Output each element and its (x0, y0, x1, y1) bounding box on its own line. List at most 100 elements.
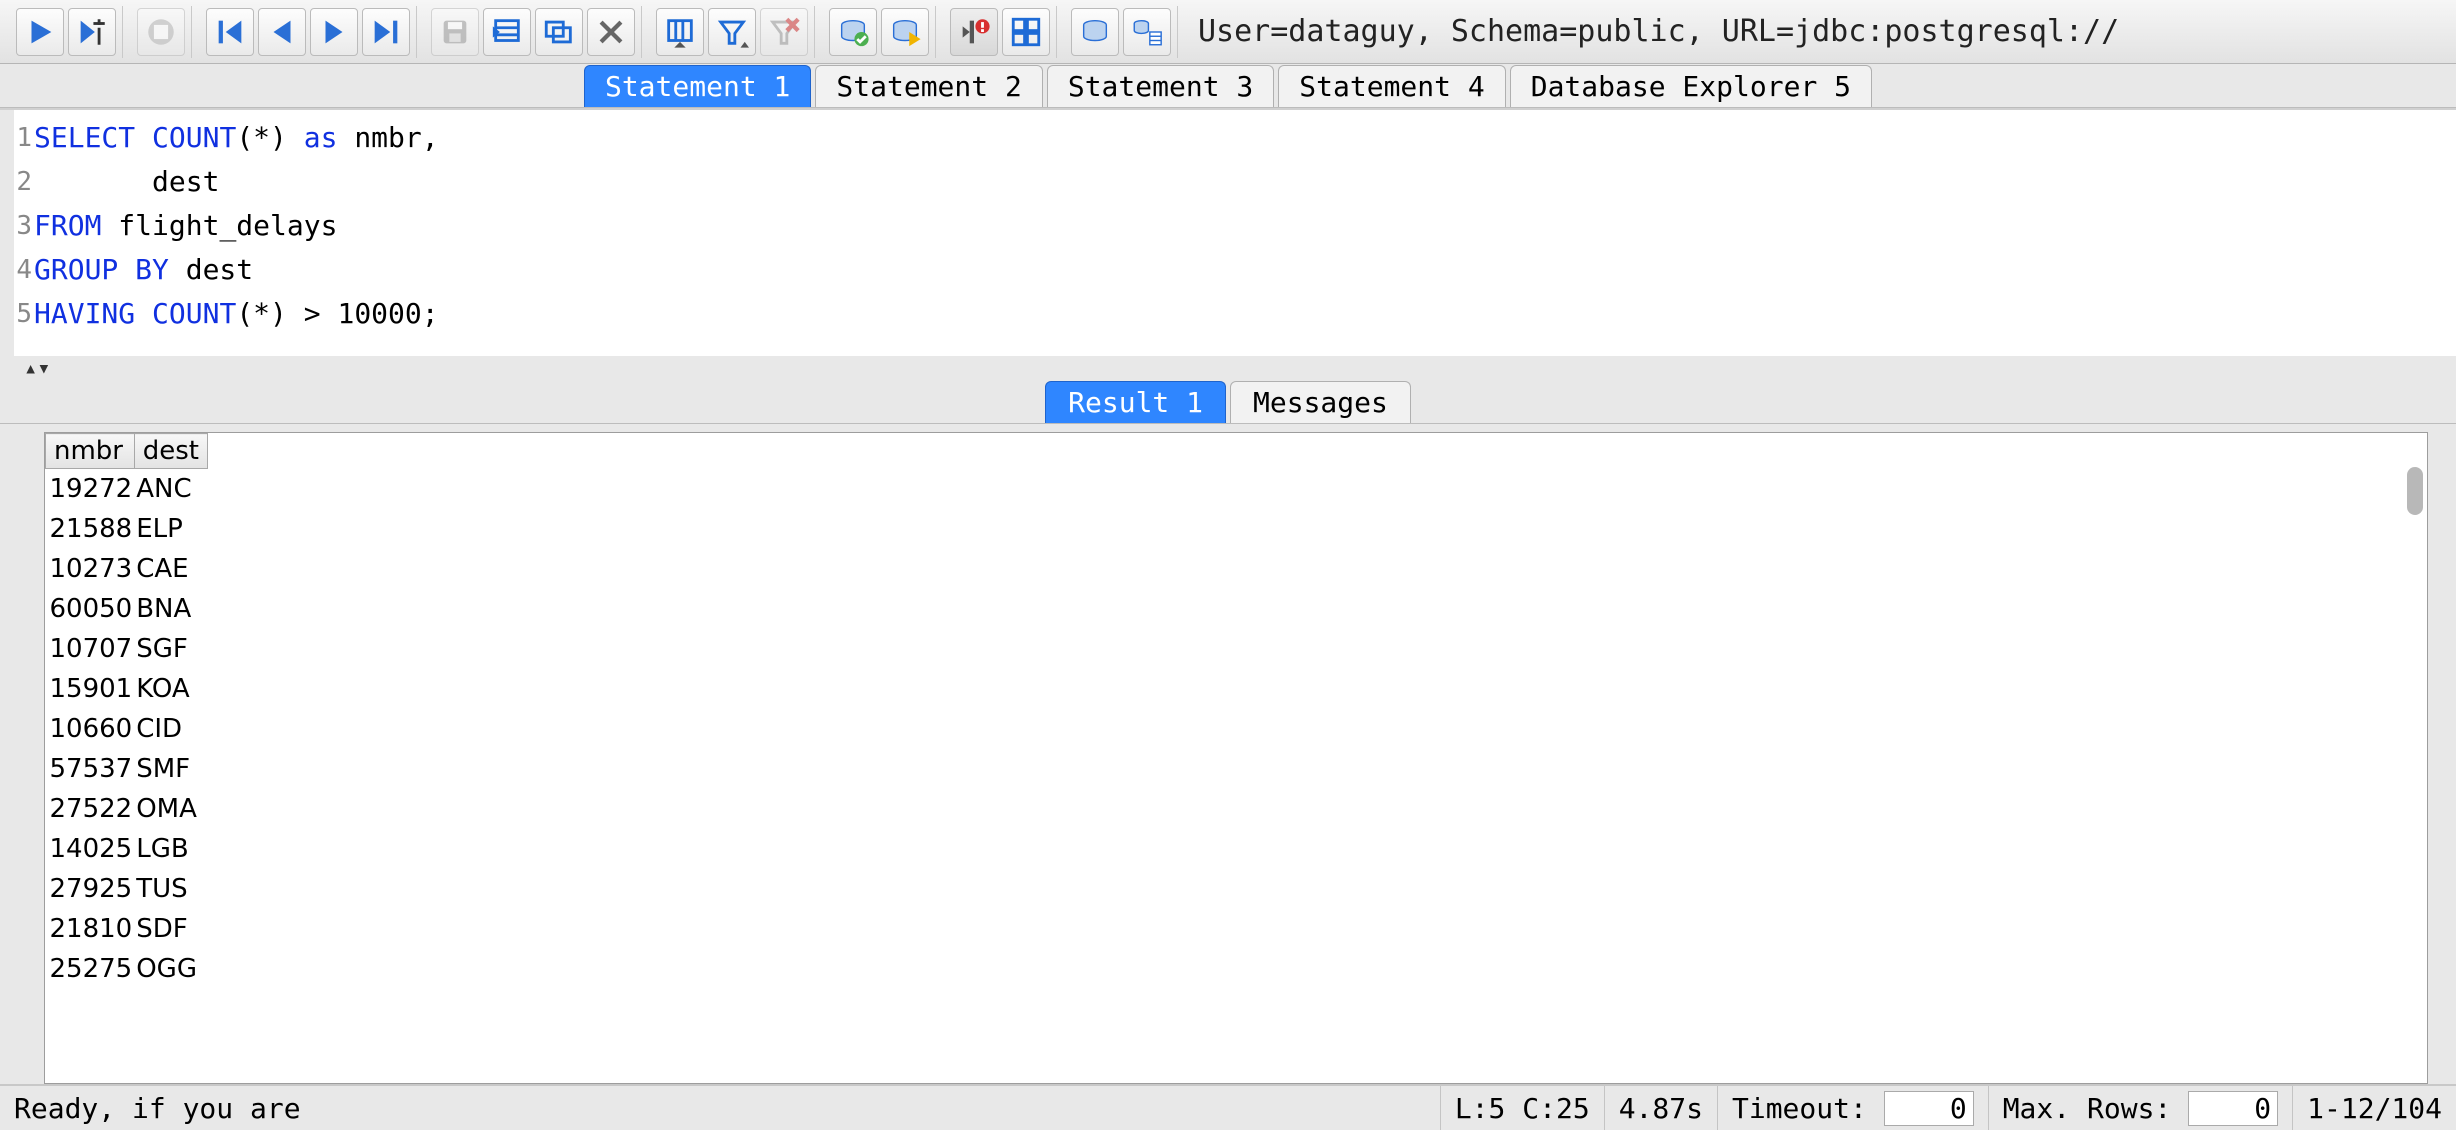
cell-dest[interactable]: LGB (134, 829, 207, 869)
status-maxrows: Max. Rows: (1988, 1086, 2292, 1130)
run-to-cursor-button[interactable] (68, 8, 116, 56)
status-timeout-label: Timeout: (1732, 1092, 1867, 1125)
cell-dest[interactable]: OMA (134, 789, 207, 829)
cell-dest[interactable]: SGF (134, 629, 207, 669)
line-number: 3 (14, 204, 32, 248)
tab-result-1[interactable]: Result 1 (1045, 381, 1226, 423)
filter-button[interactable] (708, 8, 756, 56)
cell-nmbr[interactable]: 21588 (46, 509, 135, 549)
maxrows-input[interactable] (2188, 1091, 2278, 1126)
table-row[interactable]: 25275OGG (46, 949, 208, 989)
table-row[interactable]: 14025LGB (46, 829, 208, 869)
cell-dest[interactable]: ELP (134, 509, 207, 549)
sql-line[interactable]: HAVING COUNT(*) > 10000; (34, 292, 2456, 336)
toolbar-group-txn (823, 6, 936, 58)
append-results-button[interactable] (1002, 8, 1050, 56)
cell-dest[interactable]: SDF (134, 909, 207, 949)
sql-line[interactable]: GROUP BY dest (34, 248, 2456, 292)
cell-dest[interactable]: CID (134, 709, 207, 749)
toolbar-group-run (10, 6, 123, 58)
disconnect-warn-button[interactable] (950, 8, 998, 56)
last-row-button[interactable] (362, 8, 410, 56)
rollback-button[interactable] (881, 8, 929, 56)
line-number: 2 (14, 160, 32, 204)
result-grid-pane: nmbrdest 19272ANC21588ELP10273CAE60050BN… (0, 424, 2456, 1084)
cell-nmbr[interactable]: 27925 (46, 869, 135, 909)
line-number: 4 (14, 248, 32, 292)
show-db-tree-button[interactable] (1123, 8, 1171, 56)
column-header-dest[interactable]: dest (134, 434, 207, 469)
table-row[interactable]: 27522OMA (46, 789, 208, 829)
cell-nmbr[interactable]: 10707 (46, 629, 135, 669)
stop-button[interactable] (137, 8, 185, 56)
connection-info: User=dataguy, Schema=public, URL=jdbc:po… (1186, 14, 2446, 49)
line-number-gutter: 12345 (14, 110, 32, 356)
cell-nmbr[interactable]: 25275 (46, 949, 135, 989)
tab-statement-2[interactable]: Statement 2 (815, 65, 1042, 107)
cell-dest[interactable]: OGG (134, 949, 207, 989)
save-button[interactable] (431, 8, 479, 56)
run-button[interactable] (16, 8, 64, 56)
next-row-button[interactable] (310, 8, 358, 56)
cell-dest[interactable]: ANC (134, 469, 207, 509)
cell-dest[interactable]: TUS (134, 869, 207, 909)
sql-editor-pane: 12345 SELECT COUNT(*) as nmbr, destFROM … (0, 108, 2456, 356)
toolbar-group-append (944, 6, 1057, 58)
cell-dest[interactable]: SMF (134, 749, 207, 789)
cell-nmbr[interactable]: 15901 (46, 669, 135, 709)
table-row[interactable]: 10707SGF (46, 629, 208, 669)
table-row[interactable]: 60050BNA (46, 589, 208, 629)
prev-row-button[interactable] (258, 8, 306, 56)
sql-editor[interactable]: SELECT COUNT(*) as nmbr, destFROM flight… (32, 110, 2456, 356)
statement-tab-bar: Statement 1 Statement 2 Statement 3 Stat… (0, 64, 2456, 108)
cell-nmbr[interactable]: 60050 (46, 589, 135, 629)
status-bar: Ready, if you are L:5 C:25 4.87s Timeout… (0, 1084, 2456, 1130)
tab-statement-1[interactable]: Statement 1 (584, 65, 811, 107)
first-row-button[interactable] (206, 8, 254, 56)
table-row[interactable]: 27925TUS (46, 869, 208, 909)
status-maxrows-label: Max. Rows: (2003, 1092, 2172, 1125)
tab-messages[interactable]: Messages (1230, 381, 1411, 423)
show-db-explorer-button[interactable] (1071, 8, 1119, 56)
sql-line[interactable]: SELECT COUNT(*) as nmbr, (34, 116, 2456, 160)
tab-database-explorer-5[interactable]: Database Explorer 5 (1510, 65, 1872, 107)
sql-line[interactable]: FROM flight_delays (34, 204, 2456, 248)
tab-statement-3[interactable]: Statement 3 (1047, 65, 1274, 107)
cell-dest[interactable]: CAE (134, 549, 207, 589)
toolbar-group-filter (650, 6, 815, 58)
delete-row-button[interactable] (587, 8, 635, 56)
status-cursor-pos: L:5 C:25 (1440, 1086, 1604, 1130)
toolbar-group-nav (200, 6, 417, 58)
column-header-nmbr[interactable]: nmbr (46, 434, 135, 469)
result-scrollbar-thumb[interactable] (2407, 467, 2423, 515)
table-row[interactable]: 10273CAE (46, 549, 208, 589)
editor-gutter-strip (0, 110, 14, 356)
cell-nmbr[interactable]: 10660 (46, 709, 135, 749)
table-row[interactable]: 57537SMF (46, 749, 208, 789)
table-row[interactable]: 21810SDF (46, 909, 208, 949)
table-row[interactable]: 21588ELP (46, 509, 208, 549)
cell-dest[interactable]: BNA (134, 589, 207, 629)
cell-nmbr[interactable]: 19272 (46, 469, 135, 509)
table-row[interactable]: 15901KOA (46, 669, 208, 709)
tab-statement-4[interactable]: Statement 4 (1278, 65, 1505, 107)
select-columns-button[interactable] (656, 8, 704, 56)
timeout-input[interactable] (1884, 1091, 1974, 1126)
commit-button[interactable] (829, 8, 877, 56)
table-row[interactable]: 10660CID (46, 709, 208, 749)
result-tab-bar: Result 1 Messages (0, 380, 2456, 424)
cell-nmbr[interactable]: 21810 (46, 909, 135, 949)
editor-result-splitter[interactable]: ▴▾ (0, 356, 2456, 380)
result-table[interactable]: nmbrdest 19272ANC21588ELP10273CAE60050BN… (45, 433, 208, 989)
cell-dest[interactable]: KOA (134, 669, 207, 709)
cell-nmbr[interactable]: 14025 (46, 829, 135, 869)
cell-nmbr[interactable]: 10273 (46, 549, 135, 589)
insert-row-button[interactable] (483, 8, 531, 56)
sql-line[interactable]: dest (34, 160, 2456, 204)
toolbar-group-explorer (1065, 6, 1178, 58)
duplicate-row-button[interactable] (535, 8, 583, 56)
cell-nmbr[interactable]: 57537 (46, 749, 135, 789)
table-row[interactable]: 19272ANC (46, 469, 208, 509)
cell-nmbr[interactable]: 27522 (46, 789, 135, 829)
clear-filter-button[interactable] (760, 8, 808, 56)
